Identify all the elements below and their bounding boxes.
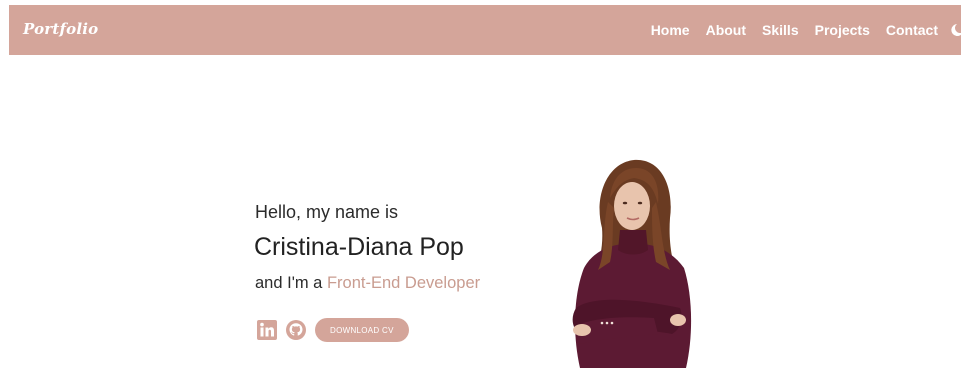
github-icon[interactable] [286,320,306,340]
nav-skills[interactable]: Skills [762,22,799,38]
linkedin-icon[interactable] [257,320,277,340]
download-cv-button[interactable]: DOWNLOAD CV [315,318,409,342]
logo[interactable]: Portfolio [23,20,98,38]
site-header: Portfolio Home About Skills Projects Con… [9,5,961,55]
role-title: Front-End Developer [326,274,481,292]
nav-contact[interactable]: Contact [886,22,938,38]
moon-icon[interactable] [949,23,961,37]
social-links: DOWNLOAD CV [257,318,409,342]
role-prefix: and I'm a [255,274,327,292]
hero-name: Cristina-Diana Pop [254,233,464,261]
main-nav: Home About Skills Projects Contact [651,5,961,55]
greeting-text: Hello, my name is [255,202,399,222]
nav-projects[interactable]: Projects [815,22,870,38]
role-line: and I'm a Front-End Developer [255,274,480,293]
nav-about[interactable]: About [706,22,746,38]
profile-photo [572,159,692,368]
nav-home[interactable]: Home [651,22,690,38]
